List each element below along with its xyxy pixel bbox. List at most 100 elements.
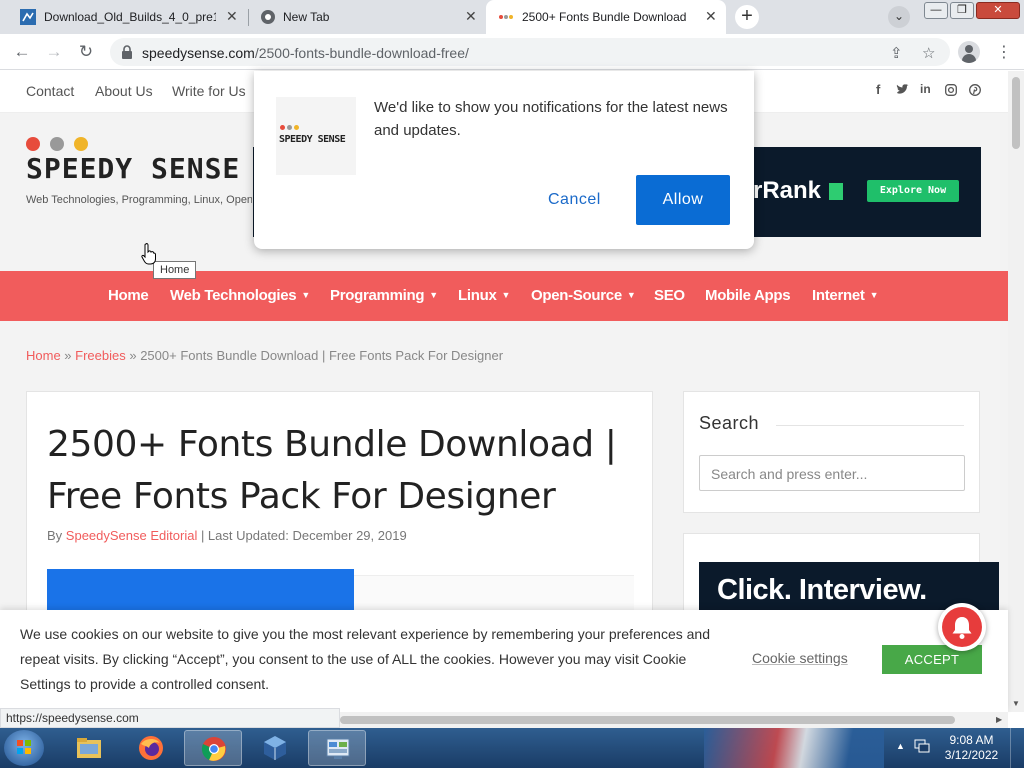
status-url-bubble: https://speedysense.com xyxy=(0,708,340,728)
scrollbar-thumb[interactable] xyxy=(1012,77,1020,149)
window-close-button[interactable]: ✕ xyxy=(976,2,1020,19)
tab-strip: Download_Old_Builds_4_0_pre14 ✕ New Tab … xyxy=(0,0,1024,34)
site-tagline: Web Technologies, Programming, Linux, Op… xyxy=(26,194,252,206)
lock-icon[interactable] xyxy=(120,45,134,59)
taskbar-firefox[interactable] xyxy=(122,730,180,766)
chevron-down-icon: ▼ xyxy=(869,290,879,300)
profile-avatar-icon[interactable] xyxy=(958,41,980,63)
url-text[interactable]: speedysense.com/2500-fonts-bundle-downlo… xyxy=(142,45,469,61)
tab-title: New Tab xyxy=(283,10,330,24)
browser-menu-icon[interactable]: ⋮ xyxy=(996,42,1012,62)
share-icon[interactable]: ⇪ xyxy=(890,44,903,62)
chevron-down-icon: ▼ xyxy=(429,290,438,300)
nav-item-internet[interactable]: Internet ▼ xyxy=(812,287,879,304)
divider xyxy=(776,425,964,426)
author-link[interactable]: SpeedySense Editorial xyxy=(66,528,198,543)
nav-item-open-source[interactable]: Open-Source ▼ xyxy=(531,287,636,304)
scroll-right-arrow-icon[interactable]: ▶ xyxy=(996,715,1002,724)
scrollbar-thumb[interactable] xyxy=(340,716,955,724)
control-panel-icon xyxy=(326,738,350,759)
twitter-icon[interactable] xyxy=(896,84,909,95)
hand-cursor-icon xyxy=(141,243,156,265)
chrome-icon xyxy=(261,10,275,24)
vertical-scrollbar[interactable]: ▼ xyxy=(1008,71,1024,712)
breadcrumb-home[interactable]: Home xyxy=(26,348,61,363)
notification-cancel-button[interactable]: Cancel xyxy=(548,191,601,209)
chevron-down-icon: ▼ xyxy=(501,290,511,300)
speedysense-favicon-icon xyxy=(499,15,513,19)
taskbar-virtualbox[interactable] xyxy=(246,730,304,766)
tab-close-icon[interactable]: ✕ xyxy=(226,8,238,25)
instagram-icon[interactable] xyxy=(945,84,957,96)
sidebar-search-title: Search xyxy=(699,413,760,433)
bookmark-star-icon[interactable]: ☆ xyxy=(922,44,935,62)
minimize-button[interactable]: — xyxy=(924,2,948,19)
tray-expand-icon[interactable]: ▲ xyxy=(896,741,905,751)
network-icon[interactable] xyxy=(914,738,930,754)
logo-dot-yellow xyxy=(294,125,299,130)
cookie-message: We use cookies on our website to give yo… xyxy=(20,626,710,692)
cookie-settings-link[interactable]: Cookie settings xyxy=(752,650,848,666)
linkedin-icon[interactable]: in xyxy=(920,82,931,96)
address-bar[interactable]: speedysense.com/2500-fonts-bundle-downlo… xyxy=(110,38,950,66)
logo-dot-gray xyxy=(50,137,64,151)
show-desktop-button[interactable] xyxy=(1010,728,1024,768)
topbar-link-about[interactable]: About Us xyxy=(95,83,153,99)
topbar-link-write[interactable]: Write for Us xyxy=(172,83,246,99)
taskbar-explorer[interactable] xyxy=(60,730,118,766)
nav-item-seo[interactable]: SEO xyxy=(654,287,685,304)
notification-logo-text: SPEEDY SENSE xyxy=(279,134,346,145)
url-path: /2500-fonts-bundle-download-free/ xyxy=(254,45,469,61)
nav-item-mobile-apps[interactable]: Mobile Apps xyxy=(705,287,791,304)
page-favicon-icon xyxy=(20,9,36,25)
logo-dot-red xyxy=(280,125,285,130)
notification-permission-dialog: SPEEDY SENSE We'd like to show you notif… xyxy=(254,71,754,249)
back-button[interactable]: ← xyxy=(10,40,34,64)
forward-button[interactable]: → xyxy=(42,40,66,64)
windows-logo-icon xyxy=(17,740,31,754)
notification-bell-button[interactable] xyxy=(938,603,986,651)
tab-download-old-builds[interactable]: Download_Old_Builds_4_0_pre14 ✕ xyxy=(0,0,248,34)
new-tab-button[interactable]: + xyxy=(735,5,759,29)
maximize-button[interactable]: ❐ xyxy=(950,2,974,19)
tab-fonts-bundle[interactable]: 2500+ Fonts Bundle Download | ✕ xyxy=(486,0,726,34)
breadcrumb: Home » Freebies » 2500+ Fonts Bundle Dow… xyxy=(26,348,504,363)
breadcrumb-freebies[interactable]: Freebies xyxy=(75,348,126,363)
browser-toolbar: ← → ↻ speedysense.com/2500-fonts-bundle-… xyxy=(0,34,1024,70)
taskbar-control-panel[interactable] xyxy=(308,730,366,766)
tab-new-tab[interactable]: New Tab ✕ xyxy=(248,0,486,34)
reload-button[interactable]: ↻ xyxy=(74,40,98,64)
sidebar-search-widget: Search Search and press enter... xyxy=(683,391,980,513)
clock-time: 9:08 AM xyxy=(949,733,994,747)
topbar-link-contact[interactable]: Contact xyxy=(26,83,74,99)
nav-item-home[interactable]: Home xyxy=(108,287,149,304)
facebook-icon[interactable]: f xyxy=(876,82,880,97)
tab-search-button[interactable]: ⌄ xyxy=(888,6,910,28)
wallpaper-strip xyxy=(704,728,884,768)
firefox-icon xyxy=(139,736,163,760)
tab-close-icon[interactable]: ✕ xyxy=(705,8,717,25)
virtualbox-icon xyxy=(264,736,286,760)
taskbar-clock[interactable]: 9:08 AM 3/12/2022 xyxy=(944,733,999,763)
search-input[interactable]: Search and press enter... xyxy=(699,455,965,491)
banner-explore-button[interactable]: Explore Now xyxy=(867,180,959,202)
pinterest-icon[interactable] xyxy=(969,84,981,96)
nav-item-programming[interactable]: Programming ▼ xyxy=(330,287,438,304)
chevron-down-icon: ▼ xyxy=(626,290,636,300)
logo-dot-gray xyxy=(287,125,292,130)
notification-allow-button[interactable]: Allow xyxy=(636,175,730,225)
site-logo[interactable]: SPEEDY SENSE xyxy=(26,152,240,185)
banner-brand-text: rRank xyxy=(753,177,822,204)
taskbar-chrome[interactable] xyxy=(184,730,242,766)
notification-logo: SPEEDY SENSE xyxy=(276,97,356,175)
logo-dot-yellow xyxy=(74,137,88,151)
breadcrumb-current: 2500+ Fonts Bundle Download | Free Fonts… xyxy=(140,348,504,363)
main-navigation: Home Web Technologies ▼ Programming ▼ Linu… xyxy=(0,271,1008,321)
nav-item-web-technologies[interactable]: Web Technologies ▼ xyxy=(170,287,310,304)
scroll-down-arrow-icon[interactable]: ▼ xyxy=(1012,699,1020,708)
tab-close-icon[interactable]: ✕ xyxy=(465,8,477,25)
sidebar-ad-text: Click. Interview. xyxy=(717,574,927,606)
nav-item-linux[interactable]: Linux ▼ xyxy=(458,287,510,304)
start-button[interactable] xyxy=(4,730,44,766)
horizontal-scrollbar[interactable]: ▶ xyxy=(340,712,1008,728)
